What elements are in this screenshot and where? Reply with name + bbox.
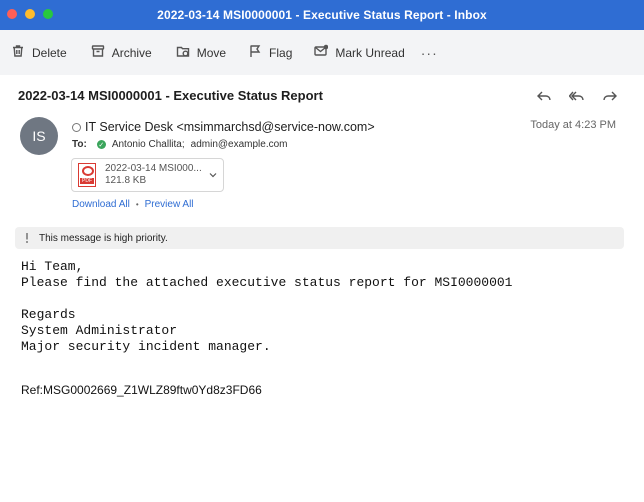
mail-window: 2022-03-14 MSI0000001 - Executive Status…	[0, 0, 644, 502]
attachment-card[interactable]: PDF 2022-03-14 MSI000... 121.8 KB	[71, 158, 224, 192]
minimize-window-button[interactable]	[25, 9, 35, 19]
move-button[interactable]: Move	[175, 39, 235, 67]
close-window-button[interactable]	[7, 9, 17, 19]
sender-avatar[interactable]: IS	[20, 117, 58, 155]
download-all-link[interactable]: Download All	[72, 199, 130, 210]
window-title: 2022-03-14 MSI0000001 - Executive Status…	[157, 8, 487, 22]
priority-banner: This message is high priority.	[15, 227, 624, 249]
folder-move-icon	[176, 44, 190, 61]
flag-button[interactable]: Flag	[247, 39, 301, 67]
exclamation-icon	[26, 233, 28, 243]
attachment-size: 121.8 KB	[105, 175, 147, 186]
archive-button[interactable]: Archive	[90, 39, 161, 67]
flag-label: Flag	[269, 45, 293, 60]
pdf-file-icon: PDF	[78, 163, 96, 187]
window-controls	[7, 9, 53, 19]
attachment-links: Download All • Preview All	[72, 199, 194, 210]
reply-icon[interactable]	[536, 88, 552, 109]
recipients-row: To: ✓ Antonio Challita; admin@example.co…	[72, 139, 288, 150]
flag-icon	[248, 44, 262, 61]
message-ref: Ref:MSG0002669_Z1WLZ89ftw0Yd8z3FD66	[21, 383, 262, 397]
sender-address[interactable]: IT Service Desk <msimmarchsd@service-now…	[85, 120, 375, 134]
reply-all-icon[interactable]	[568, 88, 585, 109]
mark-unread-label: Mark Unread	[335, 45, 405, 60]
message-body: Hi Team, Please find the attached execut…	[21, 259, 513, 354]
to-label: To:	[72, 139, 87, 150]
zoom-window-button[interactable]	[43, 9, 53, 19]
verified-check-icon: ✓	[96, 140, 106, 149]
delete-button[interactable]: Delete	[10, 39, 76, 67]
recipient-antonio[interactable]: Antonio Challita;	[112, 139, 185, 150]
more-icon: ···	[420, 44, 438, 61]
unread-indicator-icon[interactable]	[72, 122, 81, 132]
priority-text: This message is high priority.	[39, 232, 168, 244]
move-label: Move	[196, 45, 227, 60]
preview-all-link[interactable]: Preview All	[145, 199, 194, 210]
archive-icon	[91, 44, 105, 61]
message-timestamp: Today at 4:23 PM	[530, 119, 616, 131]
toolbar: Delete Archive Move Flag Mark Unread ···	[0, 30, 644, 75]
reply-actions	[536, 88, 618, 109]
envelope-unread-icon	[314, 44, 329, 61]
mark-unread-button[interactable]: Mark Unread	[313, 39, 413, 67]
more-actions-button[interactable]: ···	[420, 39, 447, 67]
pdf-label: PDF	[80, 178, 94, 184]
from-row: IT Service Desk <msimmarchsd@service-now…	[72, 120, 375, 134]
delete-label: Delete	[32, 45, 67, 60]
recipient-admin[interactable]: admin@example.com	[191, 139, 288, 150]
attachment-name: 2022-03-14 MSI000...	[105, 163, 202, 174]
title-bar: 2022-03-14 MSI0000001 - Executive Status…	[0, 0, 644, 30]
message-subject: 2022-03-14 MSI0000001 - Executive Status…	[18, 88, 323, 103]
link-separator: •	[135, 200, 139, 209]
archive-label: Archive	[111, 45, 152, 60]
trash-icon	[11, 44, 25, 61]
forward-icon[interactable]	[602, 88, 618, 109]
chevron-down-icon[interactable]	[209, 171, 217, 179]
